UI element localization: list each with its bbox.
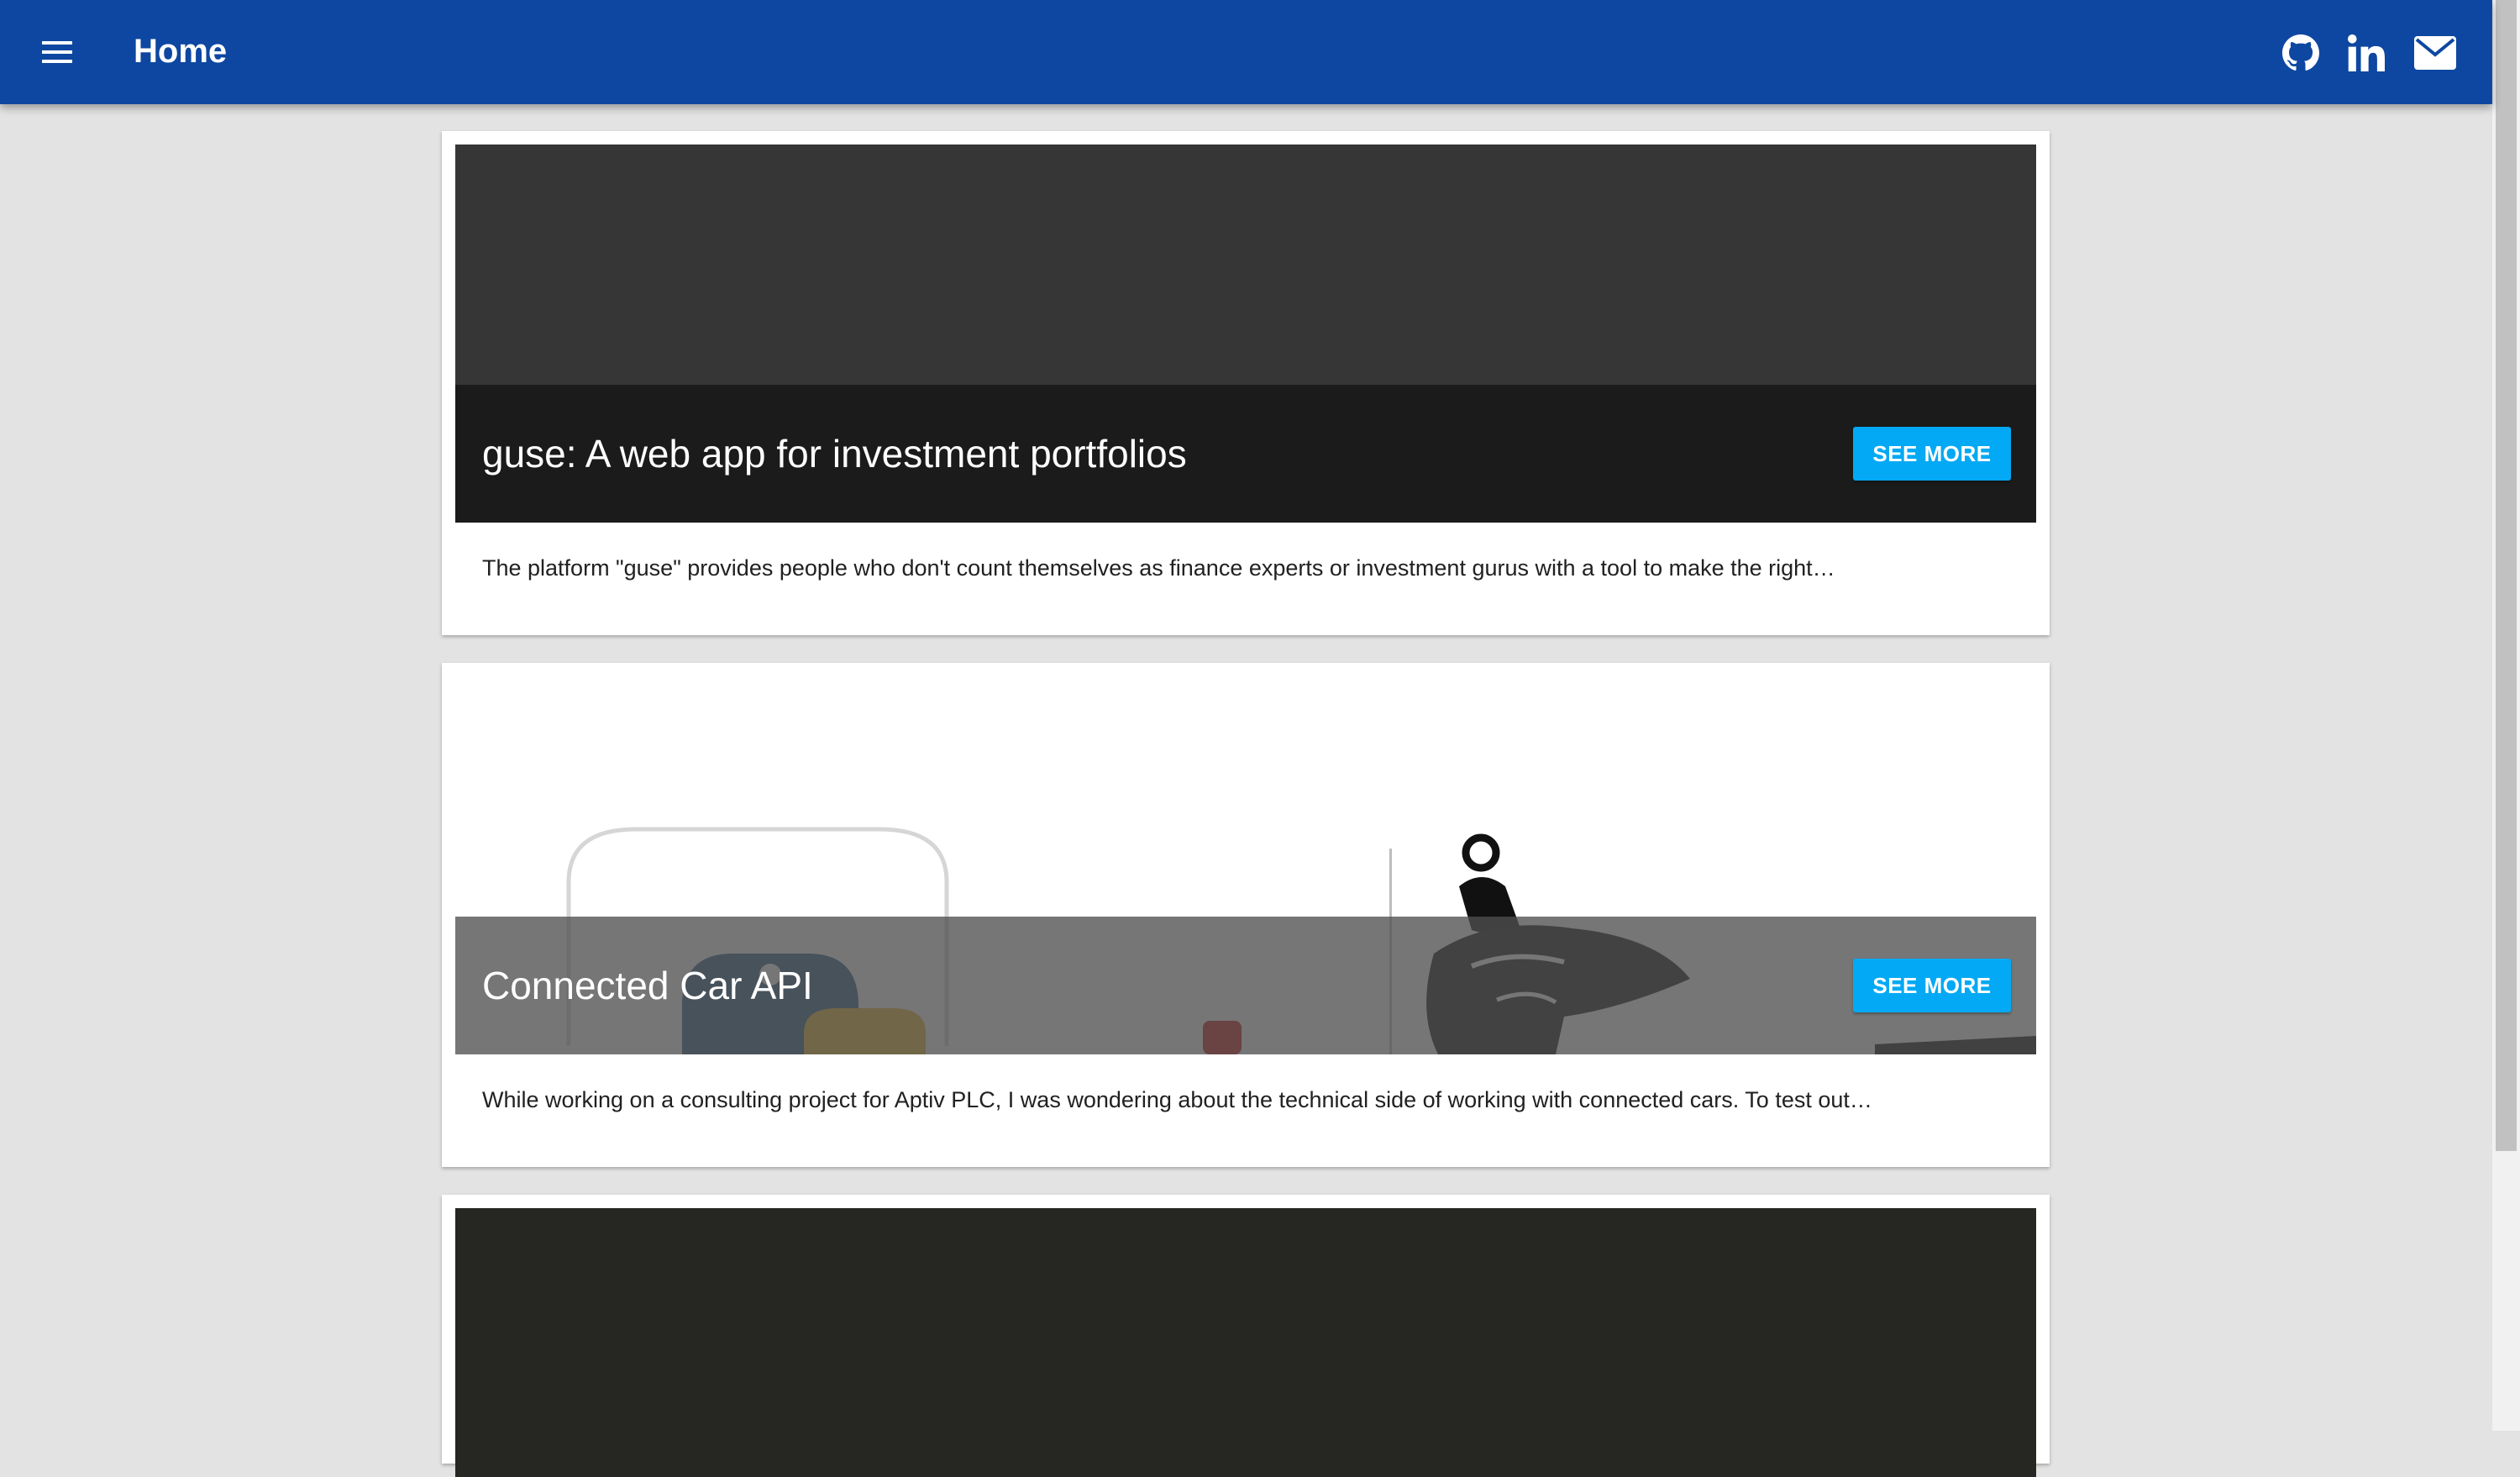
project-card <box>442 1195 2050 1477</box>
card-media: guse: A web app for investment portfolio… <box>455 145 2036 523</box>
scrollbar-thumb[interactable] <box>2496 0 2517 1151</box>
card-title: guse: A web app for investment portfolio… <box>482 432 1187 476</box>
email-icon <box>2414 36 2456 70</box>
card-media: Connected Car API SEE MORE <box>455 676 2036 1054</box>
card-description: The platform "guse" provides people who … <box>482 555 1835 581</box>
scrollbar[interactable] <box>2492 0 2520 1431</box>
card-title: Connected Car API <box>482 964 813 1007</box>
project-card: guse: A web app for investment portfolio… <box>442 131 2050 635</box>
see-more-button[interactable]: SEE MORE <box>1853 959 2011 1012</box>
card-title-bar: guse: A web app for investment portfolio… <box>455 385 2036 523</box>
github-link[interactable] <box>2273 25 2328 81</box>
page-title: Home <box>134 33 228 70</box>
card-title-bar: Connected Car API SEE MORE <box>455 917 2036 1054</box>
hamburger-menu-icon <box>42 41 72 63</box>
menu-button[interactable] <box>25 20 89 84</box>
linkedin-icon <box>2348 34 2385 71</box>
see-more-button[interactable]: SEE MORE <box>1853 427 2011 481</box>
linkedin-link[interactable] <box>2339 25 2394 81</box>
app-bar: Home <box>0 0 2492 104</box>
card-media <box>455 1208 2036 1477</box>
project-card: Connected Car API SEE MORE While working… <box>442 663 2050 1167</box>
github-icon <box>2282 34 2319 71</box>
card-description: While working on a consulting project fo… <box>482 1087 1872 1112</box>
email-link[interactable] <box>2407 25 2463 81</box>
